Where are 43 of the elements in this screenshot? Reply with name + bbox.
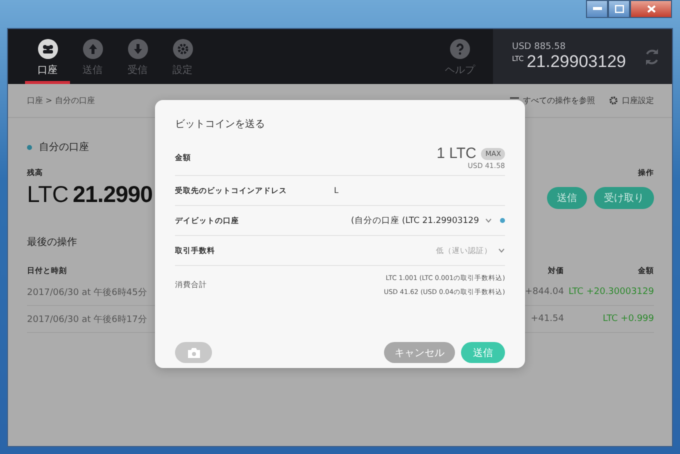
dialog-title: ビットコインを送る	[175, 118, 266, 131]
wallet-amount: 21.29903129	[526, 52, 626, 72]
chevron-icon	[485, 218, 492, 223]
people-icon	[38, 39, 58, 59]
wallet-usd: USD 885.58	[512, 42, 567, 52]
settings-icon	[172, 39, 192, 59]
close-button[interactable]	[630, 0, 672, 18]
cancel-button[interactable]: キャンセル	[384, 342, 455, 363]
help-button[interactable]: ヘルプ	[445, 29, 475, 84]
nav-tab[interactable]: 送信	[70, 29, 115, 84]
history-title: 最後の操作	[27, 236, 78, 249]
balance-amount: 21.2990	[72, 181, 152, 208]
chevron-icon	[498, 248, 505, 253]
receive-button[interactable]: 受け取り	[594, 187, 654, 209]
amount-cell-text: LTC +20.30003129	[567, 287, 654, 297]
nav-tab[interactable]: 受信	[115, 29, 160, 84]
date-cell-text: 2017/06/30 at 午後6時17分	[27, 314, 147, 326]
value-cell-text: +41.54	[530, 314, 564, 324]
account-name: 自分の口座	[39, 140, 89, 154]
value-cell-text: +844.04	[524, 287, 564, 297]
settings-icon	[609, 96, 618, 105]
amount-field[interactable]: 1 LTC	[436, 145, 476, 162]
help-icon	[450, 39, 470, 59]
dropdown[interactable]: (自分の口座 (LTC 21.29903129	[350, 214, 492, 226]
minimize-icon	[592, 7, 602, 11]
close-icon	[646, 5, 656, 13]
maximize-icon	[614, 5, 624, 13]
amount-cell-text: LTC +0.999	[602, 314, 654, 324]
camera-icon	[188, 348, 200, 358]
balance-currency: LTC	[27, 181, 69, 208]
send-button[interactable]: 送信	[461, 342, 505, 363]
breadcrumb: 口座 > 自分の口座	[27, 95, 95, 106]
settings-link[interactable]: 口座設定	[609, 95, 654, 106]
send-button[interactable]: 送信	[547, 187, 587, 209]
upload-icon	[82, 39, 102, 59]
address-field[interactable]: L	[287, 186, 505, 195]
maximize-button[interactable]	[608, 0, 630, 18]
account-dot	[27, 144, 32, 150]
nav-tab[interactable]: 設定	[160, 29, 205, 84]
minimize-button[interactable]	[586, 0, 608, 18]
download-icon	[128, 39, 148, 59]
date-cell-text: 2017/06/30 at 午後6時45分	[27, 286, 147, 298]
refresh-icon[interactable]	[644, 48, 660, 66]
